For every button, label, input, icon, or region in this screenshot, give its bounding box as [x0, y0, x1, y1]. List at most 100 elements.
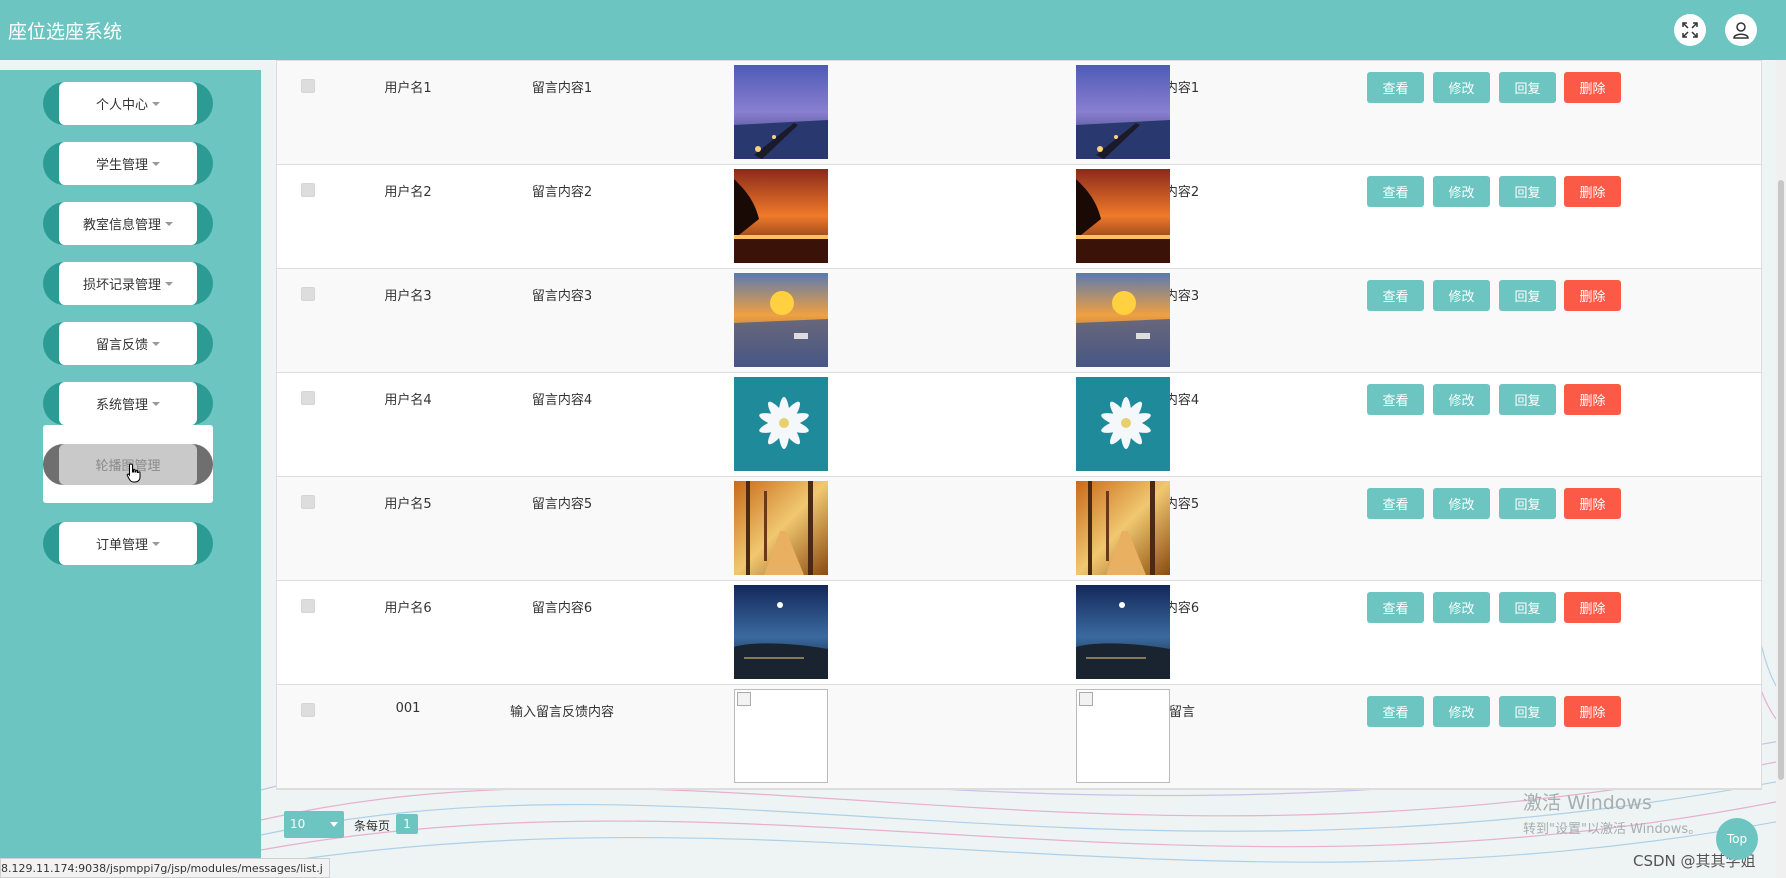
sidebar-item-classroom-management[interactable]: 教室信息管理 [43, 202, 213, 245]
cell-username: 用户名4 [384, 393, 432, 408]
reply-image [1076, 273, 1170, 367]
page-size-select[interactable]: 10 [284, 811, 344, 838]
delete-button[interactable]: 删除 [1564, 696, 1621, 727]
row-checkbox[interactable] [301, 495, 315, 509]
sidebar-item-label: 留言反馈 [95, 338, 148, 353]
sidebar-item-label: 个人中心 [95, 98, 148, 113]
autumn-forest-image [1076, 481, 1170, 575]
delete-button[interactable]: 删除 [1564, 176, 1621, 207]
delete-button[interactable]: 删除 [1564, 384, 1621, 415]
back-to-top-button[interactable]: Top [1716, 818, 1758, 860]
user-button[interactable] [1725, 14, 1757, 46]
reply-button[interactable]: 回复 [1499, 176, 1556, 207]
sidebar-item-damage-records[interactable]: 损坏记录管理 [43, 262, 213, 305]
table-row: 用户名4 留言内容4 回复内容4 查看 修改 回复 删除 [277, 373, 1761, 477]
sidebar-item-label: 教室信息管理 [82, 218, 161, 233]
message-image [734, 377, 828, 471]
sidebar-item-label: 损坏记录管理 [82, 278, 161, 293]
scrollbar[interactable] [1776, 60, 1786, 878]
caret-down-icon [152, 541, 160, 546]
caret-down-icon [152, 341, 160, 346]
expand-icon [1682, 22, 1698, 38]
reply-button[interactable]: 回复 [1499, 280, 1556, 311]
delete-button[interactable]: 删除 [1564, 488, 1621, 519]
view-button[interactable]: 查看 [1367, 280, 1424, 311]
cell-username: 用户名1 [384, 81, 432, 96]
edit-button[interactable]: 修改 [1433, 280, 1490, 311]
scrollbar-thumb[interactable] [1778, 180, 1784, 780]
reply-button[interactable]: 回复 [1499, 384, 1556, 415]
reply-button[interactable]: 回复 [1499, 696, 1556, 727]
edit-button[interactable]: 修改 [1433, 488, 1490, 519]
edit-button[interactable]: 修改 [1433, 592, 1490, 623]
view-button[interactable]: 查看 [1367, 176, 1424, 207]
reply-image [1076, 377, 1170, 471]
page-number-button[interactable]: 1 [396, 814, 418, 834]
table-row: 001 输入留言反馈内容 回复留言 查看 修改 回复 删除 [277, 685, 1761, 789]
sunset-tree-image [734, 169, 828, 263]
chevron-down-icon [330, 822, 338, 827]
edit-button[interactable]: 修改 [1433, 176, 1490, 207]
cell-username: 用户名5 [384, 497, 432, 512]
row-checkbox[interactable] [301, 599, 315, 613]
cell-message: 留言内容4 [531, 393, 593, 408]
cell-message: 留言内容1 [531, 81, 593, 96]
user-icon [1733, 22, 1749, 39]
edit-button[interactable]: 修改 [1433, 72, 1490, 103]
cell-message: 留言内容6 [531, 601, 593, 616]
edit-button[interactable]: 修改 [1433, 696, 1490, 727]
sidebar-item-feedback[interactable]: 留言反馈 [43, 322, 213, 365]
fullscreen-button[interactable] [1674, 14, 1706, 46]
sidebar-item-label: 订单管理 [95, 538, 148, 553]
reply-image-broken [1076, 689, 1170, 783]
reply-button[interactable]: 回复 [1499, 72, 1556, 103]
sidebar-item-label: 学生管理 [95, 158, 148, 173]
view-button[interactable]: 查看 [1367, 592, 1424, 623]
browser-status-url: 8.129.11.174:9038/jspmppi7g/jsp/modules/… [0, 858, 330, 878]
sidebar-item-system-management[interactable]: 系统管理 [43, 382, 213, 425]
cell-username: 001 [395, 701, 421, 716]
cell-message: 留言内容2 [531, 185, 593, 200]
message-image [734, 481, 828, 575]
delete-button[interactable]: 删除 [1564, 280, 1621, 311]
sunset-river-image [1076, 273, 1170, 367]
row-checkbox[interactable] [301, 287, 315, 301]
delete-button[interactable]: 删除 [1564, 72, 1621, 103]
watermark-line2: 转到"设置"以激活 Windows。 [1523, 822, 1702, 837]
autumn-forest-image [734, 481, 828, 575]
sunset-river-image [734, 273, 828, 367]
cell-message: 留言内容3 [531, 289, 593, 304]
message-image [734, 585, 828, 679]
caret-down-icon [165, 221, 173, 226]
pier-night-image [1076, 65, 1170, 159]
row-checkbox[interactable] [301, 391, 315, 405]
reply-image [1076, 585, 1170, 679]
view-button[interactable]: 查看 [1367, 488, 1424, 519]
night-city-image [1076, 585, 1170, 679]
edit-button[interactable]: 修改 [1433, 384, 1490, 415]
table-row: 用户名6 留言内容6 回复内容6 查看 修改 回复 删除 [277, 581, 1761, 685]
reply-button[interactable]: 回复 [1499, 592, 1556, 623]
row-checkbox[interactable] [301, 703, 315, 717]
view-button[interactable]: 查看 [1367, 696, 1424, 727]
sidebar-item-personal-center[interactable]: 个人中心 [43, 82, 213, 125]
hand-cursor-icon [126, 463, 141, 483]
broken-image-icon [1079, 692, 1093, 706]
row-checkbox[interactable] [301, 183, 315, 197]
delete-button[interactable]: 删除 [1564, 592, 1621, 623]
message-image [734, 273, 828, 367]
sidebar-item-order-management[interactable]: 订单管理 [43, 522, 213, 565]
table-row: 用户名3 留言内容3 回复内容3 查看 修改 回复 删除 [277, 269, 1761, 373]
cell-username: 用户名2 [384, 185, 432, 200]
caret-down-icon [152, 161, 160, 166]
view-button[interactable]: 查看 [1367, 384, 1424, 415]
reply-image [1076, 481, 1170, 575]
view-button[interactable]: 查看 [1367, 72, 1424, 103]
table-row: 用户名5 留言内容5 回复内容5 查看 修改 回复 删除 [277, 477, 1761, 581]
messages-table: 用户名1 留言内容1 回复内容1 查看 修改 回复 删除 用户名2 留言内容2 … [276, 60, 1762, 790]
message-image-broken [734, 689, 828, 783]
row-checkbox[interactable] [301, 79, 315, 93]
page-size-value: 10 [290, 817, 306, 831]
sidebar-item-student-management[interactable]: 学生管理 [43, 142, 213, 185]
reply-button[interactable]: 回复 [1499, 488, 1556, 519]
